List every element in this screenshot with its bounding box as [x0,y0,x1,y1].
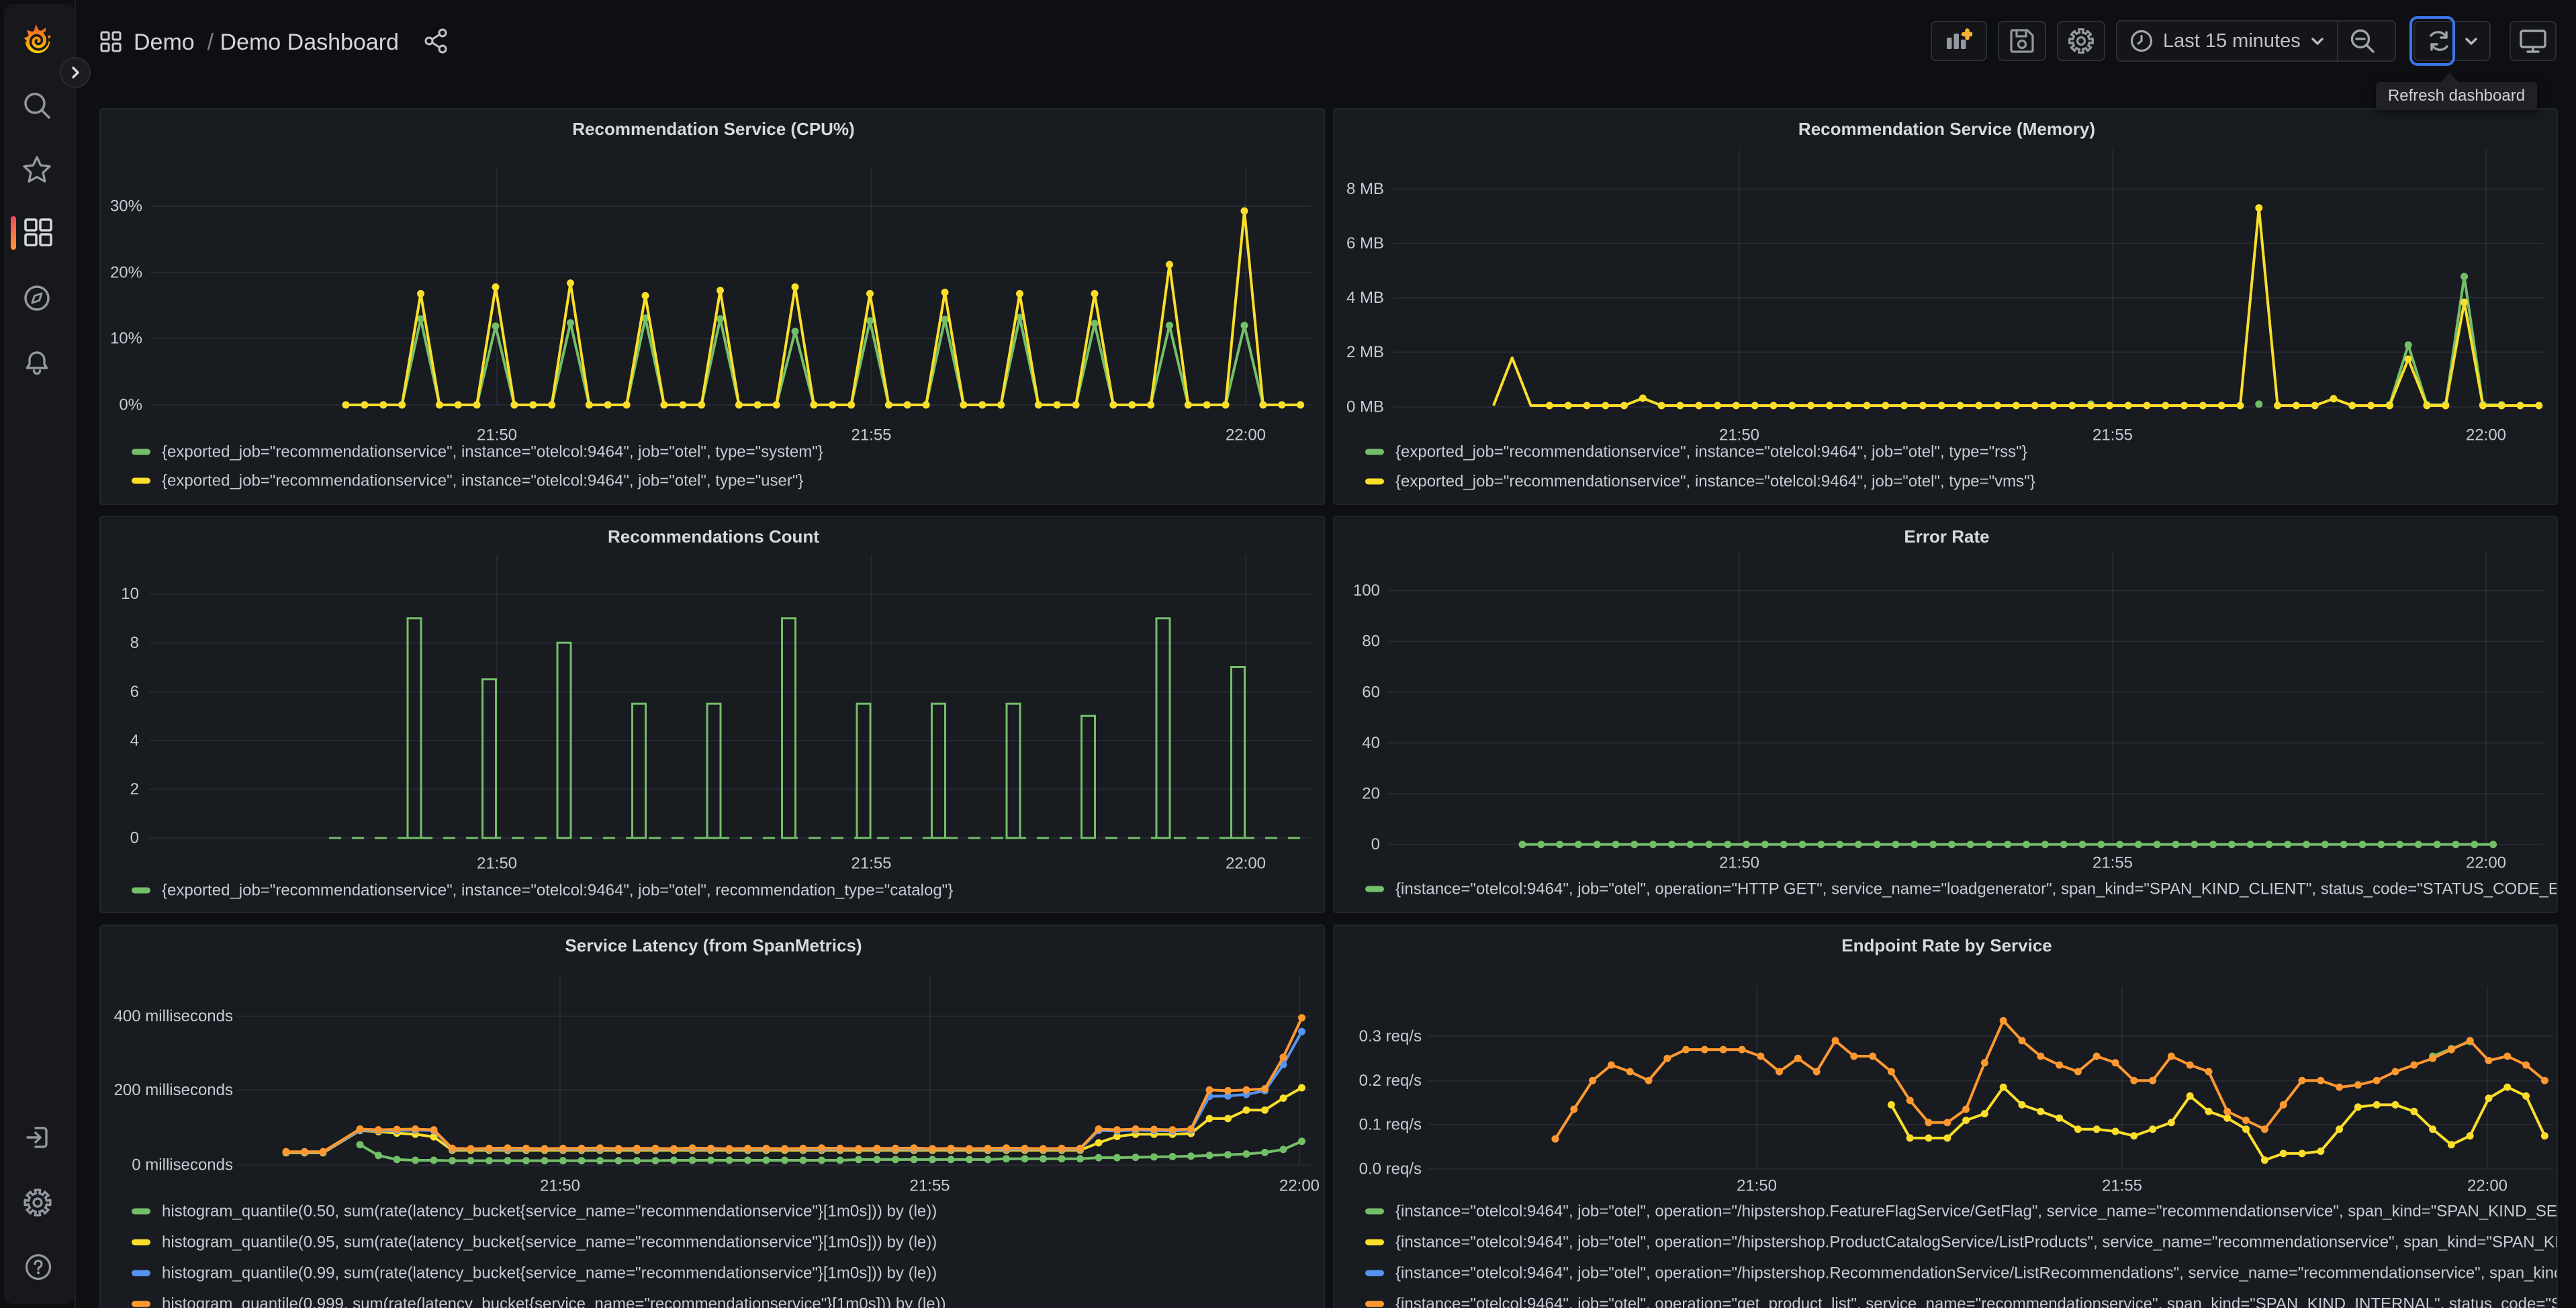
svg-text:21:50: 21:50 [477,855,517,873]
svg-text:100: 100 [1353,581,1380,600]
svg-text:0 milliseconds: 0 milliseconds [132,1156,233,1174]
svg-text:20: 20 [1362,785,1380,803]
svg-text:200 milliseconds: 200 milliseconds [114,1081,233,1099]
svg-text:histogram_quantile(0.999, sum(: histogram_quantile(0.999, sum(rate(laten… [162,1295,946,1308]
svg-text:22:00: 22:00 [2466,854,2506,872]
svg-text:22:00: 22:00 [2467,1177,2508,1195]
svg-text:Endpoint Rate by Service: Endpoint Rate by Service [1841,935,2052,955]
svg-text:0: 0 [130,829,139,847]
svg-text:{instance="otelcol:9464", job=: {instance="otelcol:9464", job="otel", op… [1395,1295,2558,1308]
svg-text:30%: 30% [110,197,142,216]
svg-text:400 milliseconds: 400 milliseconds [114,1007,233,1025]
svg-text:22:00: 22:00 [1226,426,1266,445]
svg-text:{instance="otelcol:9464", job=: {instance="otelcol:9464", job="otel", op… [1395,880,2558,898]
svg-text:21:55: 21:55 [2092,426,2133,445]
svg-text:0.3 req/s: 0.3 req/s [1359,1027,1422,1045]
svg-text:0: 0 [1371,835,1380,853]
svg-text:21:50: 21:50 [1719,426,1759,445]
svg-text:8: 8 [130,634,139,652]
svg-text:21:50: 21:50 [1737,1177,1777,1195]
svg-text:4: 4 [130,732,139,750]
svg-text:0%: 0% [119,396,142,414]
svg-text:22:00: 22:00 [1279,1177,1320,1195]
svg-text:{exported_job="recommendations: {exported_job="recommendationservice", i… [162,472,803,490]
svg-text:{instance="otelcol:9464", job=: {instance="otelcol:9464", job="otel", op… [1395,1264,2558,1282]
svg-text:0.1 req/s: 0.1 req/s [1359,1115,1422,1133]
svg-text:{exported_job="recommendations: {exported_job="recommendationservice", i… [1395,473,2035,491]
svg-text:histogram_quantile(0.99, sum(r: histogram_quantile(0.99, sum(rate(latenc… [162,1264,937,1282]
svg-text:21:50: 21:50 [540,1177,580,1195]
svg-text:Recommendations Count: Recommendations Count [608,526,819,547]
svg-text:{exported_job="recommendations: {exported_job="recommendationservice", i… [162,882,953,900]
svg-text:histogram_quantile(0.95, sum(r: histogram_quantile(0.95, sum(rate(latenc… [162,1233,937,1252]
svg-text:21:55: 21:55 [2092,854,2133,872]
svg-text:Recommendation Service (Memory: Recommendation Service (Memory) [1798,119,2095,139]
svg-text:Recommendation Service (CPU%): Recommendation Service (CPU%) [572,119,854,139]
svg-text:10: 10 [121,585,139,603]
svg-text:2 MB: 2 MB [1346,343,1384,361]
svg-text:6: 6 [130,683,139,701]
svg-text:6 MB: 6 MB [1346,234,1384,252]
svg-text:21:55: 21:55 [851,855,891,873]
svg-text:{exported_job="recommendations: {exported_job="recommendationservice", i… [1395,443,2027,461]
svg-text:0.2 req/s: 0.2 req/s [1359,1072,1422,1090]
svg-text:20%: 20% [110,264,142,282]
svg-text:21:55: 21:55 [2102,1177,2142,1195]
svg-text:21:55: 21:55 [851,426,891,445]
svg-text:60: 60 [1362,683,1380,701]
svg-text:{instance="otelcol:9464", job=: {instance="otelcol:9464", job="otel", op… [1395,1203,2558,1221]
svg-text:histogram_quantile(0.50, sum(r: histogram_quantile(0.50, sum(rate(latenc… [162,1203,937,1221]
svg-text:40: 40 [1362,734,1380,752]
svg-text:21:50: 21:50 [477,426,517,445]
svg-text:22:00: 22:00 [2466,426,2506,445]
svg-text:{instance="otelcol:9464", job=: {instance="otelcol:9464", job="otel", op… [1395,1233,2558,1252]
svg-text:10%: 10% [110,330,142,348]
svg-text:4 MB: 4 MB [1346,289,1384,307]
svg-text:21:55: 21:55 [909,1177,950,1195]
svg-text:21:50: 21:50 [1719,854,1759,872]
svg-text:80: 80 [1362,633,1380,651]
svg-text:Error Rate: Error Rate [1904,526,1989,547]
svg-text:2: 2 [130,780,139,798]
svg-text:8 MB: 8 MB [1346,180,1384,198]
svg-text:Service Latency (from SpanMetr: Service Latency (from SpanMetrics) [565,935,862,955]
svg-text:0.0 req/s: 0.0 req/s [1359,1160,1422,1178]
svg-text:0 MB: 0 MB [1346,398,1384,416]
svg-text:22:00: 22:00 [1226,855,1266,873]
svg-text:{exported_job="recommendations: {exported_job="recommendationservice", i… [162,443,823,461]
